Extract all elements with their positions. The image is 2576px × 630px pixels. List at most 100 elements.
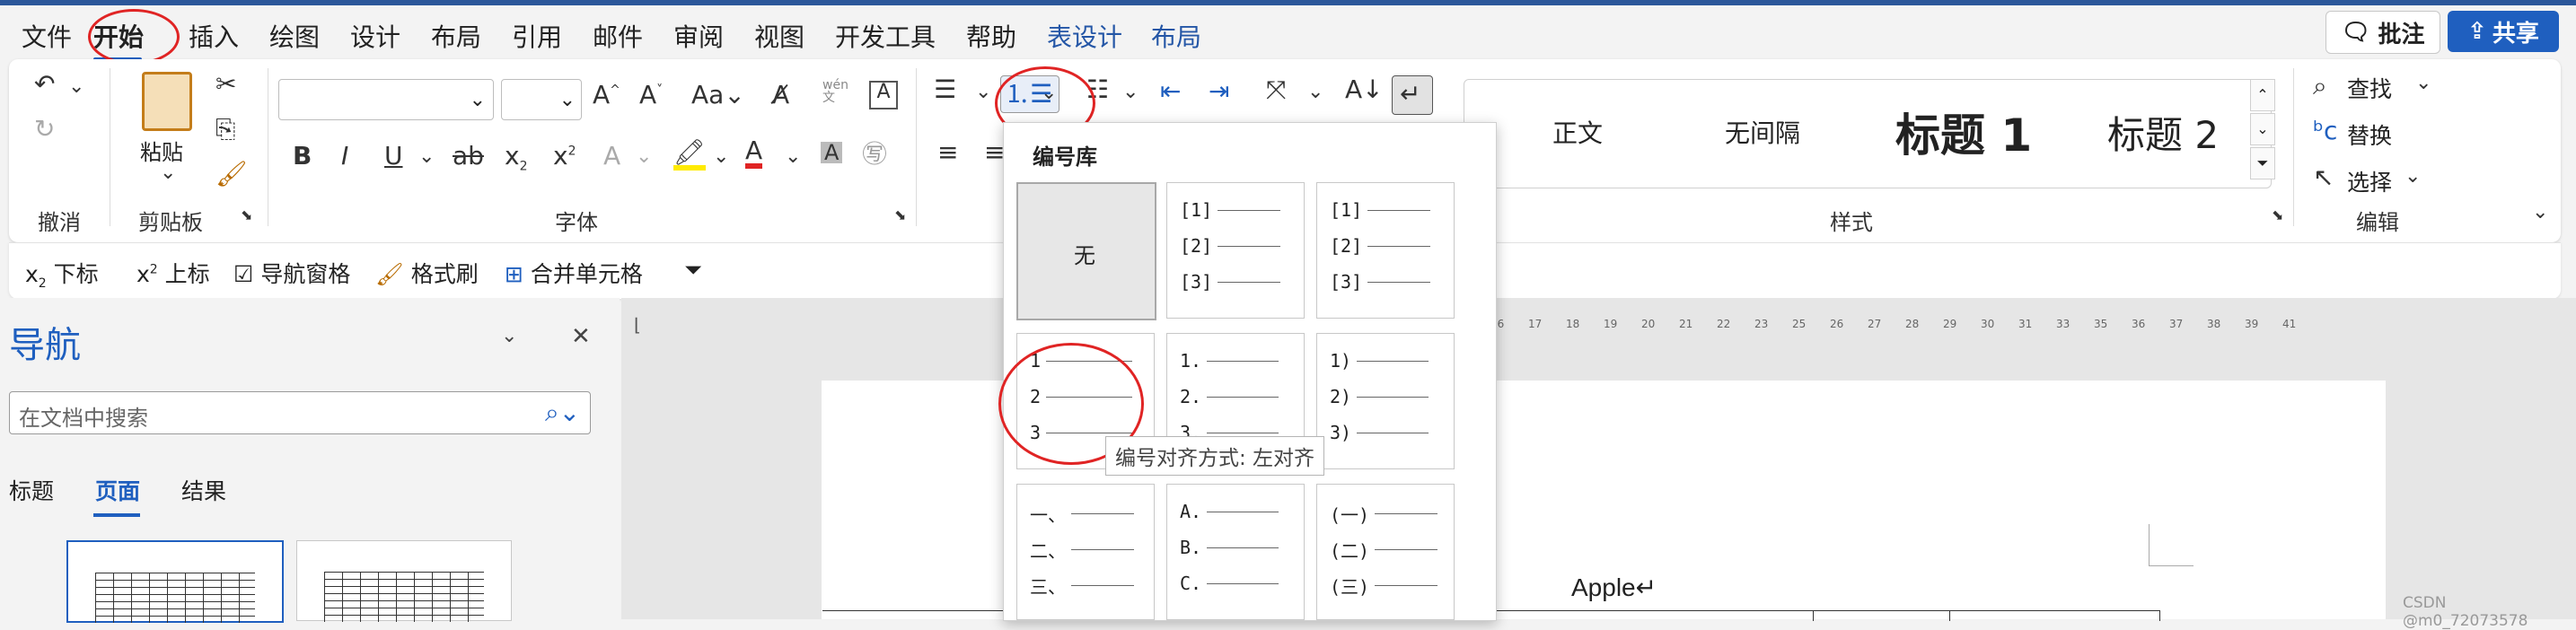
shrink-font-icon[interactable]: A˅ (639, 83, 663, 108)
search-input[interactable]: 在文档中搜索 (19, 400, 148, 432)
chevron-down-icon[interactable]: ⌄ (2415, 74, 2431, 93)
styles-scroll-down[interactable]: ⌄ (2250, 113, 2275, 145)
dialog-launcher-icon[interactable]: ⬊ (2272, 208, 2283, 223)
tab-references[interactable]: 引用 (512, 18, 562, 54)
tab-selector-icon[interactable]: ⌊ (634, 314, 641, 336)
bullets-icon[interactable]: ☰ (934, 77, 956, 102)
tab-table-design[interactable]: 表设计 (1047, 18, 1122, 54)
search-icon[interactable]: ⌕ (2313, 74, 2327, 99)
paste-chevron-icon[interactable]: ⌄ (160, 163, 176, 183)
chevron-down-icon[interactable]: ⌄ (785, 147, 801, 167)
tab-draw[interactable]: 绘图 (269, 18, 320, 54)
tab-insert[interactable]: 插入 (189, 18, 239, 54)
chevron-down-icon[interactable]: ⌄ (636, 147, 652, 167)
sort-icon[interactable]: A↓ (1345, 77, 1384, 102)
numbering-format-chinese[interactable]: 一、 二、 三、 (1016, 484, 1155, 620)
superscript-icon[interactable]: x2 (553, 144, 576, 169)
clear-formatting-icon[interactable]: A̸ (772, 83, 789, 108)
dialog-launcher-icon[interactable]: ⬊ (241, 208, 252, 223)
highlight-icon[interactable]: 🖍 (673, 140, 706, 171)
nav-tab-headings[interactable]: 标题 (9, 474, 54, 506)
underline-icon[interactable]: U (384, 144, 403, 169)
style-normal[interactable]: 正文 (1552, 114, 1603, 150)
page-thumbnail-1[interactable] (66, 540, 284, 623)
tab-developer[interactable]: 开发工具 (835, 18, 936, 54)
style-no-spacing[interactable]: 无间隔 (1725, 114, 1800, 150)
numbering-format-letters[interactable]: A. B. C. (1166, 484, 1305, 620)
styles-scroll-up[interactable]: ⌃ (2250, 79, 2275, 111)
tab-review[interactable]: 审阅 (673, 18, 724, 54)
font-color-icon[interactable]: A (745, 138, 763, 169)
chevron-down-icon[interactable]: ⌄ (1307, 83, 1323, 102)
chevron-down-icon[interactable]: ⌄ (2405, 167, 2421, 187)
format-painter-icon[interactable]: 🖌 (215, 162, 248, 187)
subscript-icon[interactable]: x2 (505, 144, 528, 173)
show-marks-button[interactable]: ↵ (1392, 75, 1433, 115)
qat-subscript[interactable]: x2 下标 (25, 257, 99, 291)
nav-search-box[interactable]: 在文档中搜索 ⌕⌄ (9, 391, 591, 434)
increase-indent-icon[interactable]: ⇥ (1209, 79, 1229, 104)
grow-font-icon[interactable]: A^ (593, 83, 620, 108)
chevron-down-icon[interactable]: ⌄ (1122, 83, 1139, 102)
qat-customize[interactable]: ⏷ (684, 257, 702, 284)
chevron-down-icon[interactable]: ⌄ (713, 147, 729, 167)
italic-icon[interactable]: I (341, 144, 348, 169)
chevron-down-icon[interactable]: ⌄ (975, 83, 991, 102)
character-shading-icon[interactable]: A (821, 142, 843, 163)
replace-icon[interactable]: ᵇc (2313, 118, 2337, 144)
enclose-characters-icon[interactable]: ㊢ (862, 142, 887, 167)
tab-mailings[interactable]: 邮件 (593, 18, 643, 54)
dialog-launcher-icon[interactable]: ⬊ (894, 208, 906, 223)
search-icon[interactable]: ⌕⌄ (545, 398, 580, 428)
qat-superscript[interactable]: x2 上标 (136, 257, 210, 289)
redo-icon[interactable]: ↻ (34, 117, 55, 142)
qat-format-painter[interactable]: 🖌 格式刷 (375, 257, 479, 289)
chevron-down-icon[interactable]: ⌄ (418, 147, 435, 167)
tab-view[interactable]: 视图 (754, 18, 804, 54)
align-center-icon[interactable]: ≡ (984, 140, 1005, 165)
style-heading-2[interactable]: 标题 2 (2107, 105, 2219, 160)
numbering-format-bracket-1[interactable]: [1] [2] [3] (1166, 182, 1305, 319)
styles-more[interactable]: ⏷ (2250, 147, 2275, 179)
nav-tab-results[interactable]: 结果 (181, 474, 226, 506)
cut-icon[interactable]: ✂ (215, 72, 236, 97)
bold-icon[interactable]: B (293, 144, 312, 169)
find-button[interactable]: 查找 (2347, 72, 2392, 104)
tab-table-layout[interactable]: 布局 (1151, 18, 1201, 54)
nav-tab-pages[interactable]: 页面 (95, 474, 140, 506)
select-button[interactable]: 选择 (2347, 165, 2392, 197)
align-left-icon[interactable]: ≡ (937, 140, 958, 165)
comment-button[interactable]: 🗨 批注 (2325, 11, 2440, 54)
select-icon[interactable]: ↖ (2313, 165, 2334, 190)
tab-design[interactable]: 设计 (350, 18, 400, 54)
change-case-icon[interactable]: Aa⌄ (691, 83, 745, 108)
collapse-ribbon-icon[interactable]: ⌄ (2532, 203, 2548, 223)
font-name-combo[interactable]: ⌄ (278, 79, 494, 120)
decrease-indent-icon[interactable]: ⇤ (1160, 79, 1181, 104)
document-text[interactable]: Apple↵ (1571, 573, 1657, 602)
close-icon[interactable]: ✕ (571, 323, 591, 350)
phonetic-guide-icon[interactable]: wén 文 (822, 79, 848, 104)
qat-nav-pane[interactable]: ☑ 导航窗格 (233, 257, 350, 289)
replace-button[interactable]: 替换 (2347, 118, 2392, 151)
character-border-icon[interactable]: A (869, 81, 898, 109)
qat-merge-cells[interactable]: ⊞ 合并单元格 (505, 257, 643, 289)
undo-icon[interactable]: ↶ (34, 72, 55, 97)
font-size-combo[interactable]: ⌄ (501, 79, 582, 120)
paste-icon[interactable] (142, 72, 192, 131)
numbering-format-chinese-paren[interactable]: (一) (二) (三) (1316, 484, 1455, 620)
chevron-down-icon[interactable]: ⌄ (68, 77, 84, 97)
chinese-layout-icon[interactable]: ⤧ (1266, 77, 1286, 102)
text-effects-icon[interactable]: A (603, 144, 620, 169)
numbering-format-bracket-2[interactable]: [1] [2] [3] (1316, 182, 1455, 319)
tab-layout[interactable]: 布局 (431, 18, 481, 54)
tab-file[interactable]: 文件 (22, 18, 72, 54)
copy-icon[interactable]: ⎘ (215, 117, 235, 142)
page-thumbnail-2[interactable] (296, 540, 512, 622)
share-button[interactable]: ⇪ 共享 (2448, 11, 2559, 52)
strikethrough-icon[interactable]: ab (453, 144, 484, 169)
style-heading-1[interactable]: 标题 1 (1895, 100, 2032, 164)
numbering-format-paren[interactable]: 1) 2) 3) (1316, 333, 1455, 469)
tab-help[interactable]: 帮助 (966, 18, 1016, 54)
nav-options-icon[interactable]: ⌄ (501, 325, 517, 347)
